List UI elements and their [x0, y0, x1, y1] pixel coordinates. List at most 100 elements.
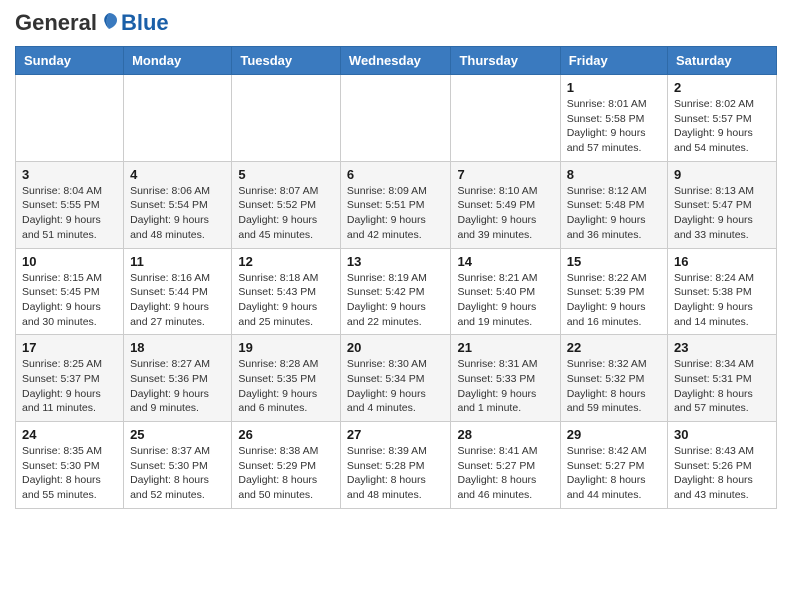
day-number: 4	[130, 167, 225, 182]
day-number: 12	[238, 254, 334, 269]
day-info: Sunrise: 8:25 AM Sunset: 5:37 PM Dayligh…	[22, 357, 117, 416]
day-number: 18	[130, 340, 225, 355]
day-info: Sunrise: 8:19 AM Sunset: 5:42 PM Dayligh…	[347, 271, 445, 330]
calendar-cell: 2Sunrise: 8:02 AM Sunset: 5:57 PM Daylig…	[668, 75, 777, 162]
calendar-cell: 10 Sunrise: 8:15 AM Sunset: 5:45 PM Dayli…	[16, 248, 124, 335]
day-info: Sunrise: 8:37 AM Sunset: 5:30 PM Dayligh…	[130, 444, 225, 503]
day-info: Sunrise: 8:16 AM Sunset: 5:44 PM Dayligh…	[130, 271, 225, 330]
day-number: 15	[567, 254, 661, 269]
day-info: Sunrise: 8:06 AM Sunset: 5:54 PM Dayligh…	[130, 184, 225, 243]
day-info: Sunrise: 8:39 AM Sunset: 5:28 PM Dayligh…	[347, 444, 445, 503]
day-info: Sunrise: 8:04 AM Sunset: 5:55 PM Dayligh…	[22, 184, 117, 243]
calendar-cell	[16, 75, 124, 162]
calendar-cell: 17 Sunrise: 8:25 AM Sunset: 5:37 PM Dayli…	[16, 335, 124, 422]
day-number: 24	[22, 427, 117, 442]
calendar-cell: 15 Sunrise: 8:22 AM Sunset: 5:39 PM Dayli…	[560, 248, 667, 335]
day-number: 17	[22, 340, 117, 355]
weekday-header-friday: Friday	[560, 47, 667, 75]
day-number: 10	[22, 254, 117, 269]
logo-general: General	[15, 10, 97, 36]
day-info: Sunrise: 8:27 AM Sunset: 5:36 PM Dayligh…	[130, 357, 225, 416]
day-info: Sunrise: 8:34 AM Sunset: 5:31 PM Dayligh…	[674, 357, 770, 416]
calendar-cell: 25 Sunrise: 8:37 AM Sunset: 5:30 PM Dayli…	[124, 422, 232, 509]
calendar-cell: 30 Sunrise: 8:43 AM Sunset: 5:26 PM Dayli…	[668, 422, 777, 509]
day-number: 16	[674, 254, 770, 269]
day-number: 3	[22, 167, 117, 182]
calendar-cell	[124, 75, 232, 162]
day-info: Sunrise: 8:35 AM Sunset: 5:30 PM Dayligh…	[22, 444, 117, 503]
day-info: Sunrise: 8:12 AM Sunset: 5:48 PM Dayligh…	[567, 184, 661, 243]
calendar-cell: 27 Sunrise: 8:39 AM Sunset: 5:28 PM Dayli…	[340, 422, 451, 509]
day-number: 22	[567, 340, 661, 355]
calendar-cell: 28 Sunrise: 8:41 AM Sunset: 5:27 PM Dayli…	[451, 422, 560, 509]
day-number: 1	[567, 80, 661, 95]
day-info: Sunrise: 8:13 AM Sunset: 5:47 PM Dayligh…	[674, 184, 770, 243]
day-info: Sunrise: 8:21 AM Sunset: 5:40 PM Dayligh…	[457, 271, 553, 330]
calendar-cell: 12 Sunrise: 8:18 AM Sunset: 5:43 PM Dayli…	[232, 248, 341, 335]
calendar-cell: 6Sunrise: 8:09 AM Sunset: 5:51 PM Daylig…	[340, 161, 451, 248]
day-info: Sunrise: 8:30 AM Sunset: 5:34 PM Dayligh…	[347, 357, 445, 416]
calendar-cell: 21Sunrise: 8:31 AM Sunset: 5:33 PM Dayli…	[451, 335, 560, 422]
logo-text: General Blue	[15, 10, 169, 36]
day-number: 30	[674, 427, 770, 442]
calendar-cell: 9 Sunrise: 8:13 AM Sunset: 5:47 PM Daylig…	[668, 161, 777, 248]
calendar: SundayMondayTuesdayWednesdayThursdayFrid…	[15, 46, 777, 509]
weekday-header-thursday: Thursday	[451, 47, 560, 75]
day-info: Sunrise: 8:43 AM Sunset: 5:26 PM Dayligh…	[674, 444, 770, 503]
day-info: Sunrise: 8:15 AM Sunset: 5:45 PM Dayligh…	[22, 271, 117, 330]
day-info: Sunrise: 8:02 AM Sunset: 5:57 PM Dayligh…	[674, 97, 770, 156]
calendar-cell: 8 Sunrise: 8:12 AM Sunset: 5:48 PM Daylig…	[560, 161, 667, 248]
day-info: Sunrise: 8:18 AM Sunset: 5:43 PM Dayligh…	[238, 271, 334, 330]
day-number: 9	[674, 167, 770, 182]
day-number: 25	[130, 427, 225, 442]
logo: General Blue	[15, 10, 169, 36]
calendar-cell: 20 Sunrise: 8:30 AM Sunset: 5:34 PM Dayli…	[340, 335, 451, 422]
day-number: 19	[238, 340, 334, 355]
weekday-header-wednesday: Wednesday	[340, 47, 451, 75]
calendar-cell: 18 Sunrise: 8:27 AM Sunset: 5:36 PM Dayli…	[124, 335, 232, 422]
calendar-cell: 26 Sunrise: 8:38 AM Sunset: 5:29 PM Dayli…	[232, 422, 341, 509]
day-info: Sunrise: 8:28 AM Sunset: 5:35 PM Dayligh…	[238, 357, 334, 416]
day-number: 14	[457, 254, 553, 269]
page: General Blue SundayMondayTuesdayWednesda…	[0, 0, 792, 519]
day-info: Sunrise: 8:38 AM Sunset: 5:29 PM Dayligh…	[238, 444, 334, 503]
day-info: Sunrise: 8:22 AM Sunset: 5:39 PM Dayligh…	[567, 271, 661, 330]
day-number: 20	[347, 340, 445, 355]
calendar-cell: 16 Sunrise: 8:24 AM Sunset: 5:38 PM Dayli…	[668, 248, 777, 335]
week-row-1: 1 Sunrise: 8:01 AM Sunset: 5:58 PM Daylig…	[16, 75, 777, 162]
calendar-cell: 13Sunrise: 8:19 AM Sunset: 5:42 PM Dayli…	[340, 248, 451, 335]
day-number: 27	[347, 427, 445, 442]
day-info: Sunrise: 8:10 AM Sunset: 5:49 PM Dayligh…	[457, 184, 553, 243]
header: General Blue	[15, 10, 777, 36]
day-info: Sunrise: 8:24 AM Sunset: 5:38 PM Dayligh…	[674, 271, 770, 330]
calendar-cell	[232, 75, 341, 162]
calendar-cell: 5Sunrise: 8:07 AM Sunset: 5:52 PM Daylig…	[232, 161, 341, 248]
calendar-cell: 19 Sunrise: 8:28 AM Sunset: 5:35 PM Dayli…	[232, 335, 341, 422]
day-number: 7	[457, 167, 553, 182]
weekday-header-sunday: Sunday	[16, 47, 124, 75]
day-info: Sunrise: 8:41 AM Sunset: 5:27 PM Dayligh…	[457, 444, 553, 503]
week-row-4: 17 Sunrise: 8:25 AM Sunset: 5:37 PM Dayli…	[16, 335, 777, 422]
weekday-header-tuesday: Tuesday	[232, 47, 341, 75]
calendar-cell: 14 Sunrise: 8:21 AM Sunset: 5:40 PM Dayli…	[451, 248, 560, 335]
calendar-cell: 23 Sunrise: 8:34 AM Sunset: 5:31 PM Dayli…	[668, 335, 777, 422]
day-number: 11	[130, 254, 225, 269]
week-row-5: 24 Sunrise: 8:35 AM Sunset: 5:30 PM Dayli…	[16, 422, 777, 509]
day-info: Sunrise: 8:32 AM Sunset: 5:32 PM Dayligh…	[567, 357, 661, 416]
logo-bird-icon	[99, 11, 119, 35]
calendar-cell: 3 Sunrise: 8:04 AM Sunset: 5:55 PM Daylig…	[16, 161, 124, 248]
day-info: Sunrise: 8:07 AM Sunset: 5:52 PM Dayligh…	[238, 184, 334, 243]
weekday-header-saturday: Saturday	[668, 47, 777, 75]
day-number: 8	[567, 167, 661, 182]
calendar-cell: 4 Sunrise: 8:06 AM Sunset: 5:54 PM Daylig…	[124, 161, 232, 248]
week-row-3: 10 Sunrise: 8:15 AM Sunset: 5:45 PM Dayli…	[16, 248, 777, 335]
calendar-cell: 7 Sunrise: 8:10 AM Sunset: 5:49 PM Daylig…	[451, 161, 560, 248]
day-info: Sunrise: 8:09 AM Sunset: 5:51 PM Dayligh…	[347, 184, 445, 243]
day-number: 23	[674, 340, 770, 355]
day-info: Sunrise: 8:31 AM Sunset: 5:33 PM Dayligh…	[457, 357, 553, 416]
day-number: 28	[457, 427, 553, 442]
day-number: 26	[238, 427, 334, 442]
day-info: Sunrise: 8:01 AM Sunset: 5:58 PM Dayligh…	[567, 97, 661, 156]
day-info: Sunrise: 8:42 AM Sunset: 5:27 PM Dayligh…	[567, 444, 661, 503]
calendar-cell	[451, 75, 560, 162]
